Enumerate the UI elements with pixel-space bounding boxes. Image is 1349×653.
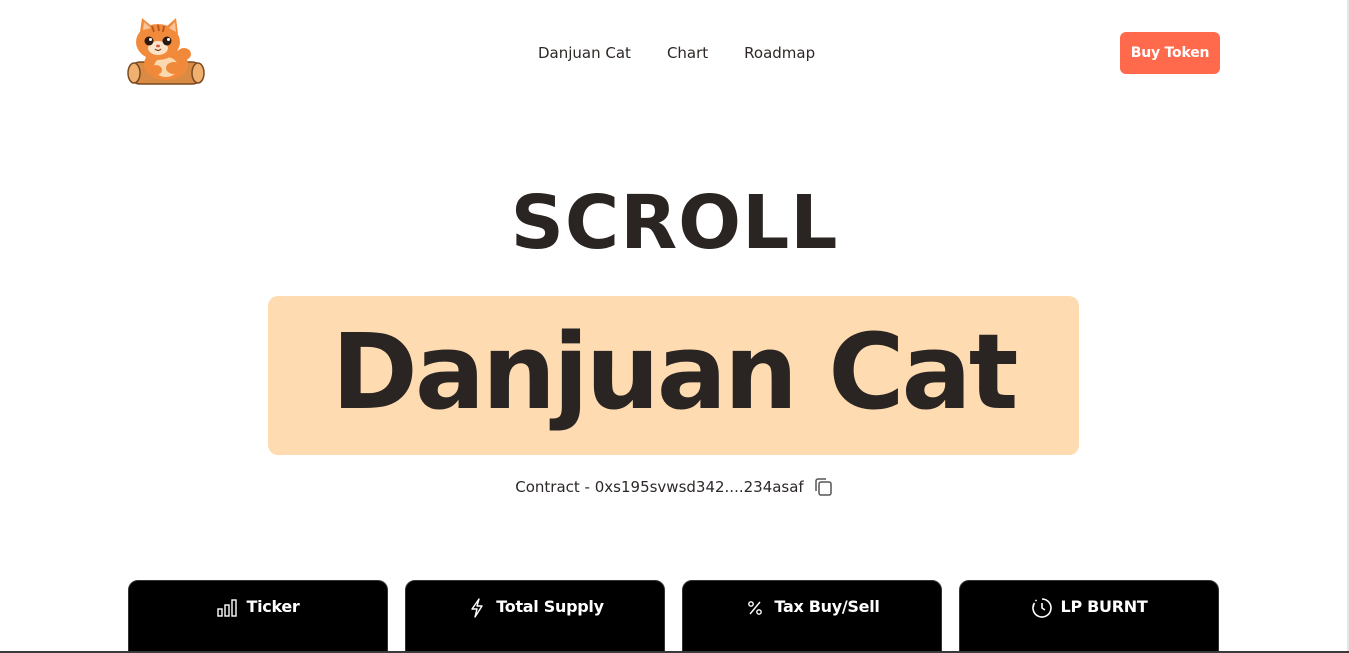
card-tax: Tax Buy/Sell [682, 580, 942, 653]
bar-chart-icon [216, 597, 238, 619]
main-nav: Danjuan Cat Chart Roadmap [538, 44, 815, 62]
hero-name-highlight: Danjuan Cat [268, 296, 1079, 455]
contract-address: Contract - 0xs195svwsd342....234asaf [515, 478, 804, 496]
timer-icon [1031, 597, 1053, 619]
card-label-lp-burnt: LP BURNT [1060, 597, 1148, 616]
card-label-total-supply: Total Supply [496, 597, 604, 616]
buy-token-button[interactable]: Buy Token [1120, 32, 1220, 74]
contract-row: Contract - 0xs195svwsd342....234asaf [0, 476, 1349, 498]
cat-logo[interactable] [126, 18, 206, 88]
percent-icon [744, 597, 766, 619]
card-label-tax: Tax Buy/Sell [774, 597, 880, 616]
hero-name: Danjuan Cat [331, 310, 1019, 433]
card-label-ticker: Ticker [246, 597, 300, 616]
nav-link-danjuan-cat[interactable]: Danjuan Cat [538, 44, 631, 62]
page: Danjuan Cat Chart Roadmap Buy Token SCRO… [0, 0, 1349, 653]
copy-icon[interactable] [812, 476, 834, 498]
card-ticker: Ticker [128, 580, 388, 653]
hero-title: SCROLL [510, 180, 839, 266]
lightning-icon [466, 597, 488, 619]
card-lp-burnt: LP BURNT [959, 580, 1219, 653]
card-total-supply: Total Supply [405, 580, 665, 653]
stats-cards: Ticker Total Supply Tax Buy/Sell LP BURN… [128, 580, 1219, 653]
nav-link-roadmap[interactable]: Roadmap [744, 44, 815, 62]
nav-link-chart[interactable]: Chart [667, 44, 708, 62]
